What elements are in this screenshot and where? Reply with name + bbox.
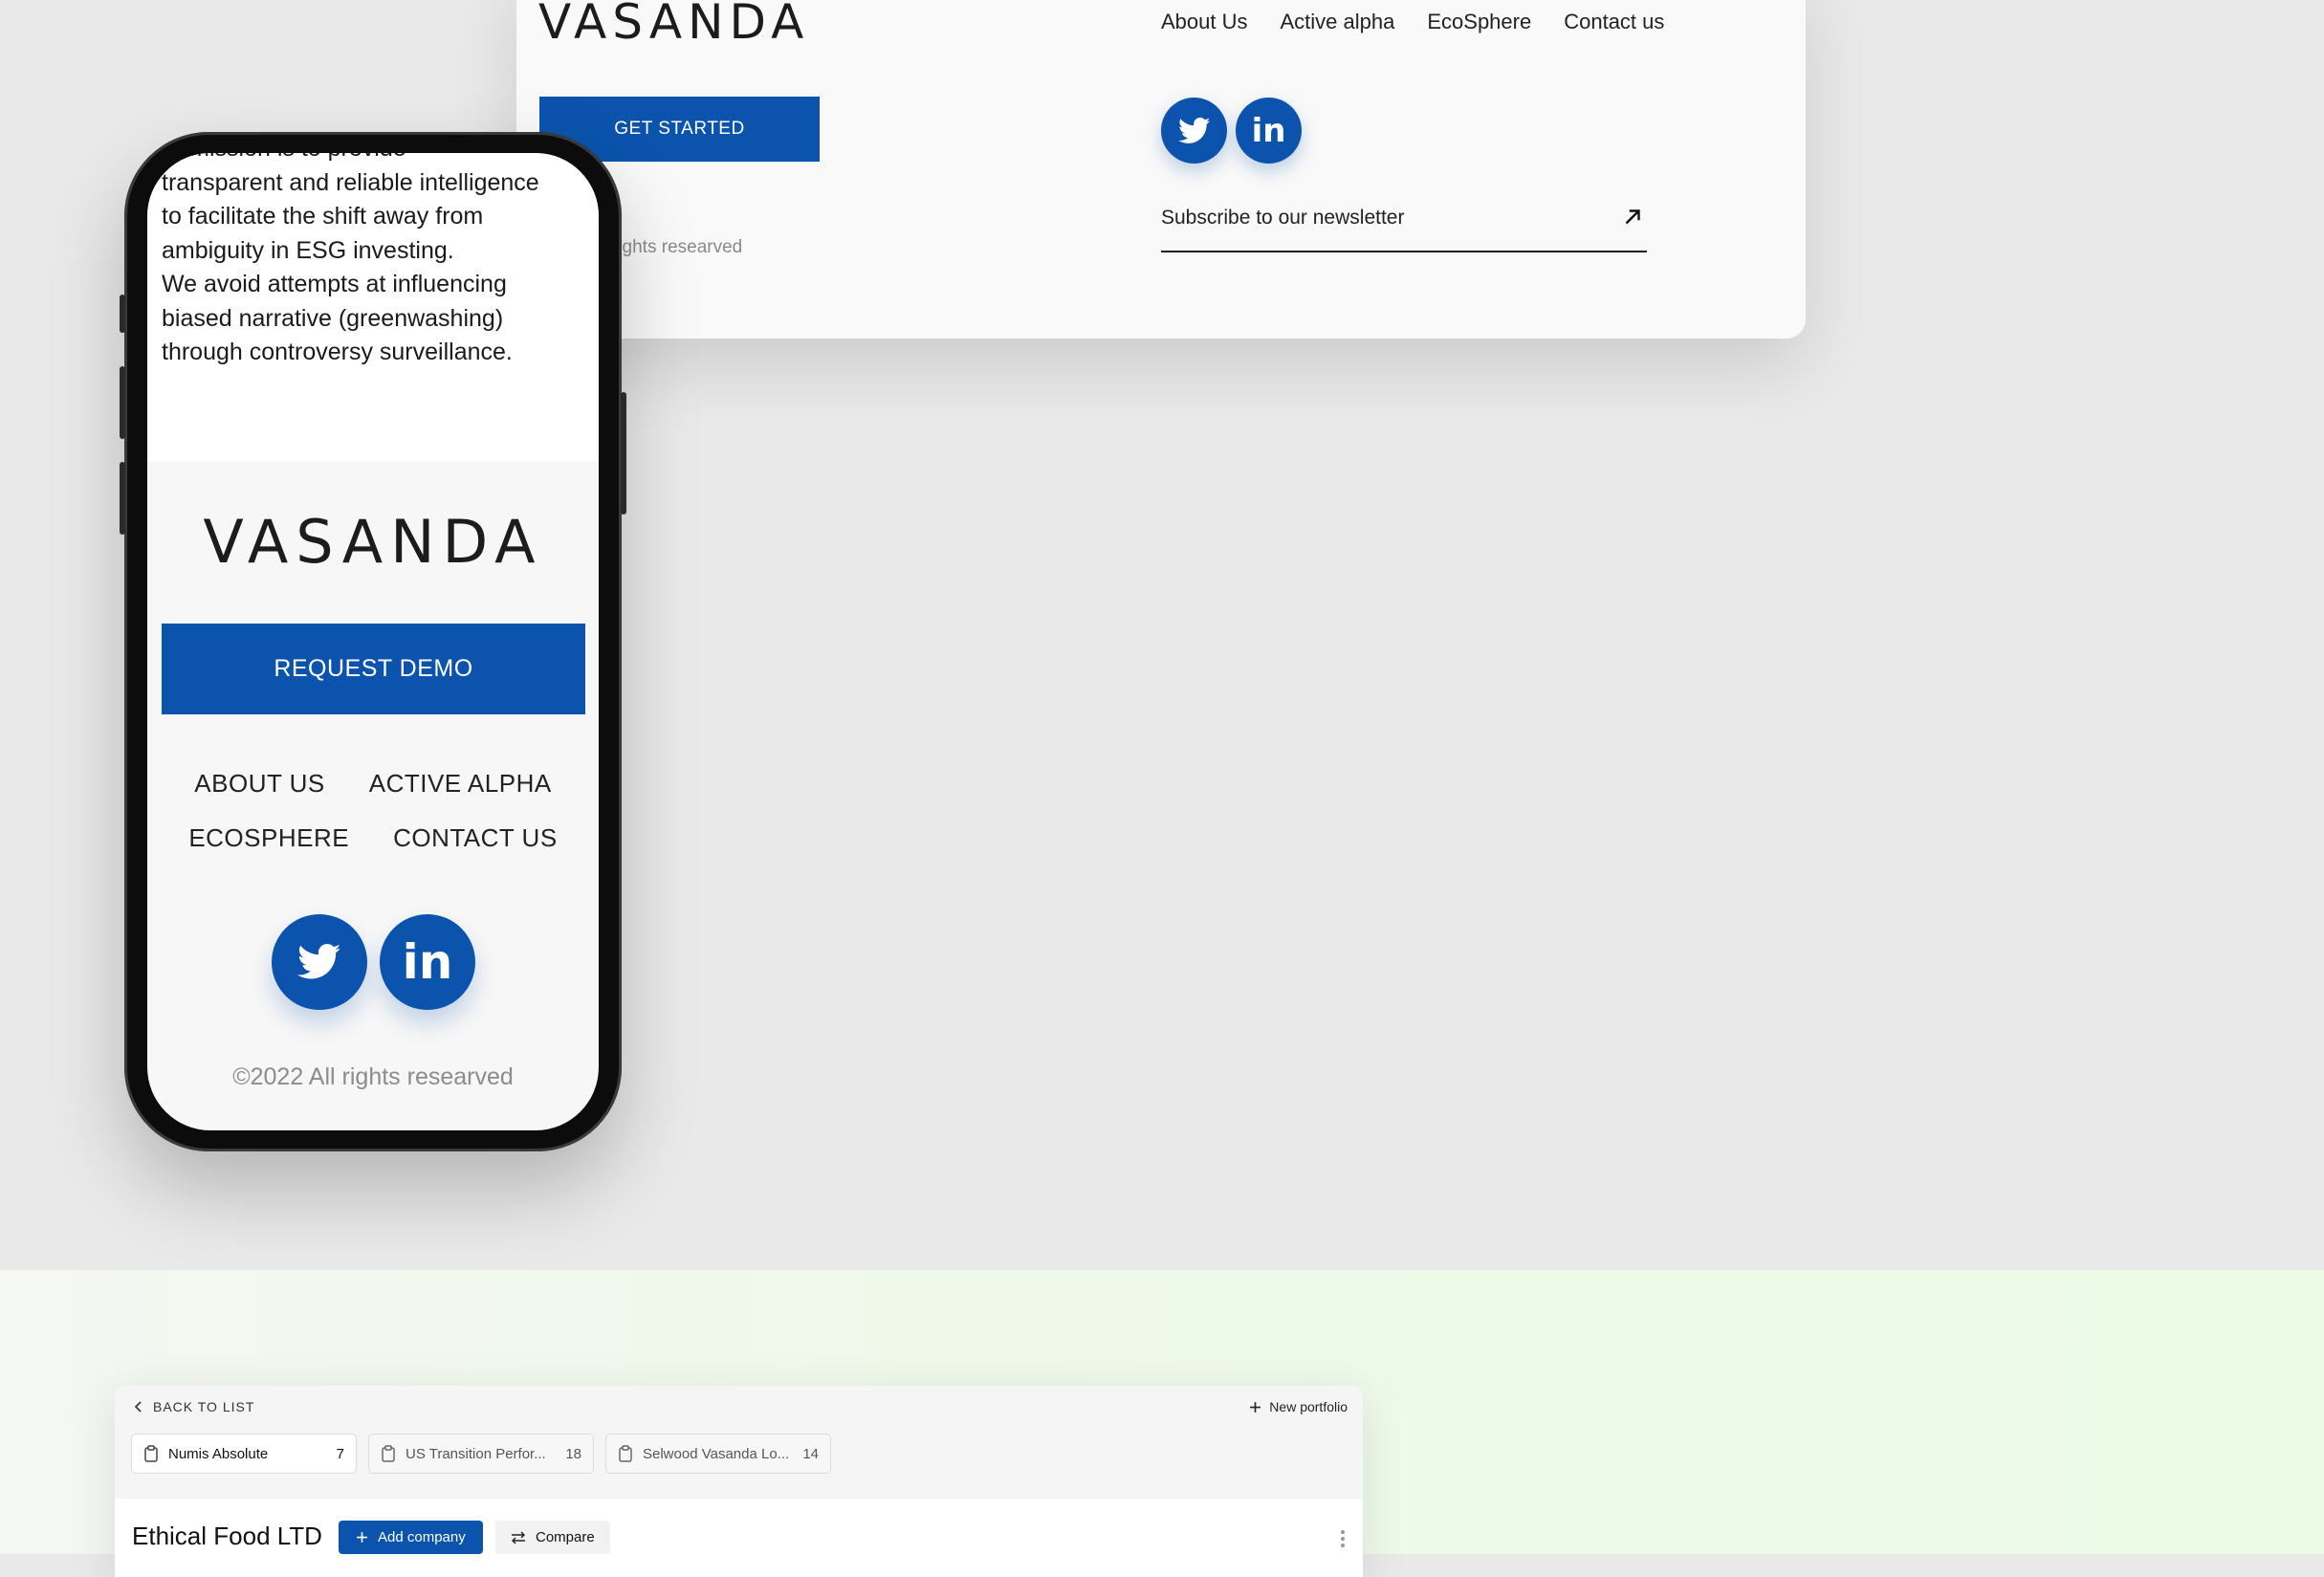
- mission-text: ur mission is to provide transparent and…: [162, 153, 592, 370]
- mission-line: ur mission is to provide: [162, 153, 592, 166]
- phone-mockup: ur mission is to provide transparent and…: [120, 132, 626, 1151]
- twitter-button[interactable]: [1161, 98, 1227, 164]
- back-to-list-link[interactable]: BACK TO LIST: [134, 1399, 254, 1414]
- mobile-nav-row: ECOSPHERE CONTACT US: [147, 823, 599, 853]
- mobile-nav-contact[interactable]: CONTACT US: [393, 823, 558, 853]
- mobile-footer-nav: ABOUT US ACTIVE ALPHA ECOSPHERE CONTACT …: [147, 769, 599, 878]
- mission-line: ambiguity in ESG investing.: [162, 236, 454, 264]
- portfolio-app-card: BACK TO LIST New portfolio Numis Absolut…: [115, 1386, 1363, 1577]
- mission-line: biased narrative (greenwashing): [162, 304, 504, 332]
- desktop-nav-contact[interactable]: Contact us: [1564, 10, 1664, 34]
- mobile-nav-row: ABOUT US ACTIVE ALPHA: [147, 769, 599, 799]
- clipboard-icon: [382, 1445, 395, 1462]
- phone-mute-switch: [120, 295, 125, 333]
- tab-us-transition[interactable]: US Transition Perfor... 18: [368, 1434, 594, 1474]
- linkedin-button[interactable]: in: [1236, 98, 1302, 164]
- phone-volume-down: [120, 462, 125, 535]
- clipboard-icon: [619, 1445, 632, 1462]
- portfolio-tabs: Numis Absolute 7 US Transition Perfor...…: [131, 1434, 831, 1474]
- company-header: Ethical Food LTD Add company Compare: [115, 1499, 1363, 1577]
- desktop-footer-card: [516, 0, 1806, 339]
- company-title: Ethical Food LTD: [132, 1522, 322, 1550]
- plus-icon: [1250, 1401, 1261, 1413]
- desktop-rights-text: rights researved: [612, 237, 743, 257]
- linkedin-icon: in: [402, 934, 453, 990]
- phone-volume-up: [120, 366, 125, 439]
- mission-line: to facilitate the shift away from: [162, 203, 484, 230]
- request-demo-button[interactable]: REQUEST DEMO: [162, 624, 585, 714]
- mission-line: We avoid attempts at influencing: [162, 271, 507, 297]
- tab-label: US Transition Perfor...: [406, 1445, 546, 1462]
- back-to-list-label: BACK TO LIST: [153, 1399, 255, 1414]
- tab-count: 7: [336, 1445, 344, 1462]
- tab-selwood-vasanda[interactable]: Selwood Vasanda Lo... 14: [605, 1434, 831, 1474]
- linkedin-icon: in: [1251, 111, 1286, 150]
- plus-icon: [357, 1532, 367, 1543]
- tab-count: 18: [565, 1445, 581, 1462]
- desktop-nav-active-alpha[interactable]: Active alpha: [1281, 10, 1395, 34]
- chevron-left-icon: [134, 1401, 142, 1413]
- mobile-social-links: in: [272, 914, 475, 1010]
- desktop-social-links: in: [1161, 98, 1302, 164]
- twitter-icon: [297, 944, 341, 979]
- clipboard-icon: [144, 1445, 158, 1462]
- compare-button[interactable]: Compare: [495, 1521, 610, 1554]
- mission-line: transparent and reliable intelligence: [162, 168, 539, 196]
- mobile-nav-about[interactable]: ABOUT US: [194, 769, 324, 799]
- more-options-icon[interactable]: [1340, 1529, 1346, 1548]
- mobile-nav-ecosphere[interactable]: ECOSPHERE: [188, 823, 349, 853]
- mobile-rights-text: ©2022 All rights researved: [232, 1063, 514, 1090]
- tab-count: 14: [802, 1445, 819, 1462]
- mission-line: through controversy surveillance.: [162, 339, 513, 365]
- add-company-label: Add company: [378, 1529, 466, 1545]
- tab-label: Selwood Vasanda Lo...: [643, 1445, 790, 1462]
- compare-label: Compare: [536, 1529, 595, 1545]
- newsletter-label: Subscribe to our newsletter: [1161, 207, 1405, 229]
- phone-power-button: [621, 392, 626, 515]
- new-portfolio-button[interactable]: New portfolio: [1249, 1399, 1348, 1414]
- phone-screen: ur mission is to provide transparent and…: [147, 153, 599, 1130]
- mobile-logo[interactable]: VASANDA: [147, 507, 599, 577]
- desktop-logo[interactable]: VASANDA: [538, 0, 809, 50]
- newsletter-field[interactable]: Subscribe to our newsletter: [1161, 203, 1647, 252]
- add-company-button[interactable]: Add company: [339, 1521, 483, 1554]
- tab-numis-absolute[interactable]: Numis Absolute 7: [131, 1434, 357, 1474]
- mobile-twitter-button[interactable]: [272, 914, 367, 1010]
- mobile-linkedin-button[interactable]: in: [380, 914, 475, 1010]
- mobile-nav-active-alpha[interactable]: ACTIVE ALPHA: [369, 769, 552, 799]
- new-portfolio-label: New portfolio: [1269, 1399, 1348, 1414]
- arrow-up-right-icon[interactable]: [1620, 205, 1645, 230]
- desktop-nav-about[interactable]: About Us: [1161, 10, 1248, 34]
- desktop-footer-nav: About Us Active alpha EcoSphere Contact …: [1161, 10, 1664, 34]
- twitter-icon: [1177, 117, 1210, 143]
- swap-icon: [512, 1531, 525, 1544]
- tab-label: Numis Absolute: [168, 1445, 269, 1462]
- desktop-nav-ecosphere[interactable]: EcoSphere: [1427, 10, 1531, 34]
